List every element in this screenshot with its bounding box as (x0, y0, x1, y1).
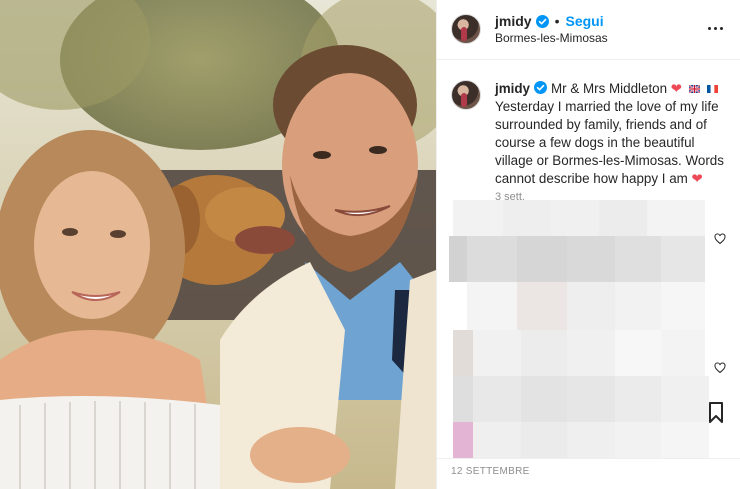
avatar[interactable] (451, 14, 481, 44)
divider (437, 458, 740, 459)
follow-button[interactable]: Segui (565, 13, 603, 29)
location-link[interactable]: Bormes-les-Mimosas (495, 31, 608, 45)
verified-badge-icon (535, 14, 549, 28)
caption-avatar[interactable] (451, 80, 481, 110)
more-options-icon[interactable] (705, 18, 725, 38)
caption-lead: Mr & Mrs Middleton (550, 81, 668, 96)
red-heart-emoji-icon: ❤ (691, 171, 703, 186)
heart-icon[interactable] (714, 233, 726, 245)
bookmark-icon[interactable] (708, 402, 724, 424)
post-caption: jmidy Mr & Mrs Middleton ❤ Yesterday I m… (495, 80, 731, 188)
header-user-line: jmidy • Segui (495, 12, 604, 30)
avatar-detail (461, 93, 467, 107)
france-flag-icon (706, 85, 718, 94)
blurred-comments-area (449, 200, 723, 458)
post-photo[interactable] (0, 0, 436, 489)
post-photo-illustration (0, 0, 436, 489)
post-side-panel: jmidy • Segui Bormes-les-Mimosas jmidy M… (436, 0, 740, 489)
username-link[interactable]: jmidy (495, 13, 532, 29)
post-date: 12 SETTEMBRE (451, 466, 530, 477)
caption-username[interactable]: jmidy (495, 81, 530, 96)
uk-flag-icon (688, 85, 700, 94)
heart-icon[interactable] (714, 362, 726, 374)
verified-badge-icon (533, 81, 547, 94)
post-header: jmidy • Segui Bormes-les-Mimosas (437, 0, 740, 60)
separator-dot: • (554, 13, 560, 29)
avatar-detail (461, 27, 467, 41)
red-heart-emoji-icon: ❤ (670, 81, 683, 96)
caption-body: Yesterday I married the love of my life … (495, 99, 724, 186)
